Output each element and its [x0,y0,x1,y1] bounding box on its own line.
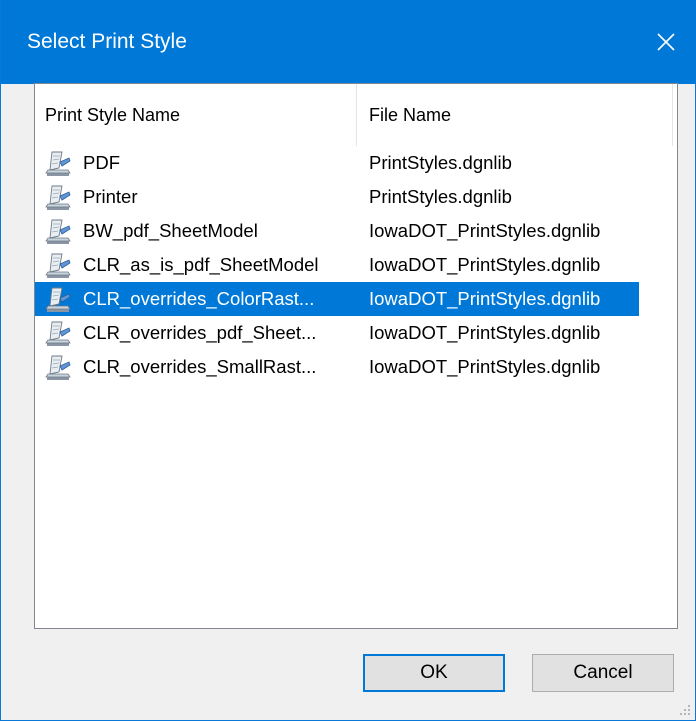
close-button[interactable] [641,20,691,64]
print-style-name: BW_pdf_SheetModel [83,220,258,241]
list-item[interactable]: PDF PrintStyles.dgnlib [35,146,639,180]
list-item[interactable]: CLR_as_is_pdf_SheetModel IowaDOT_PrintSty… [35,248,639,282]
cancel-button[interactable]: Cancel [532,654,674,692]
print-style-name: PDF [83,152,120,173]
file-name: IowaDOT_PrintStyles.dgnlib [369,220,601,241]
file-name: PrintStyles.dgnlib [369,152,512,173]
select-print-style-dialog: Select Print Style Print Style Name File… [0,0,696,721]
list-item[interactable]: CLR_overrides_pdf_Sheet... IowaDOT_PrintS… [35,316,639,350]
print-style-icon [43,148,73,178]
file-name: IowaDOT_PrintStyles.dgnlib [369,254,601,275]
list-item[interactable]: Printer PrintStyles.dgnlib [35,180,639,214]
list-item[interactable]: CLR_overrides_ColorRast... IowaDOT_PrintS… [35,282,639,316]
close-icon [657,33,675,51]
print-style-icon [43,318,73,348]
print-style-icon [43,250,73,280]
dialog-title: Select Print Style [27,30,187,53]
print-style-name: CLR_overrides_SmallRast... [83,356,317,377]
file-name: PrintStyles.dgnlib [369,186,512,207]
list-rows: PDF PrintStyles.dgnlib Printer PrintStyles.… [35,146,677,384]
print-style-icon [43,216,73,246]
column-header-print-style-name[interactable]: Print Style Name [35,84,357,146]
print-style-icon [43,284,73,314]
print-style-list[interactable]: Print Style Name File Name PDF PrintStyle… [34,83,678,629]
list-item[interactable]: CLR_overrides_SmallRast... IowaDOT_PrintS… [35,350,639,384]
list-header: Print Style Name File Name [35,84,677,146]
list-item[interactable]: BW_pdf_SheetModel IowaDOT_PrintStyles.dgn… [35,214,639,248]
column-header-file-name[interactable]: File Name [357,84,673,146]
print-style-name: Printer [83,186,138,207]
file-name: IowaDOT_PrintStyles.dgnlib [369,322,601,343]
ok-button[interactable]: OK [363,654,505,692]
print-style-name: CLR_as_is_pdf_SheetModel [83,254,319,275]
print-style-icon [43,352,73,382]
print-style-name: CLR_overrides_pdf_Sheet... [83,322,317,343]
print-style-name: CLR_overrides_ColorRast... [83,288,315,309]
resize-grip-icon[interactable] [677,702,691,716]
file-name: IowaDOT_PrintStyles.dgnlib [369,288,601,309]
title-bar[interactable]: Select Print Style [1,0,696,84]
file-name: IowaDOT_PrintStyles.dgnlib [369,356,601,377]
print-style-icon [43,182,73,212]
